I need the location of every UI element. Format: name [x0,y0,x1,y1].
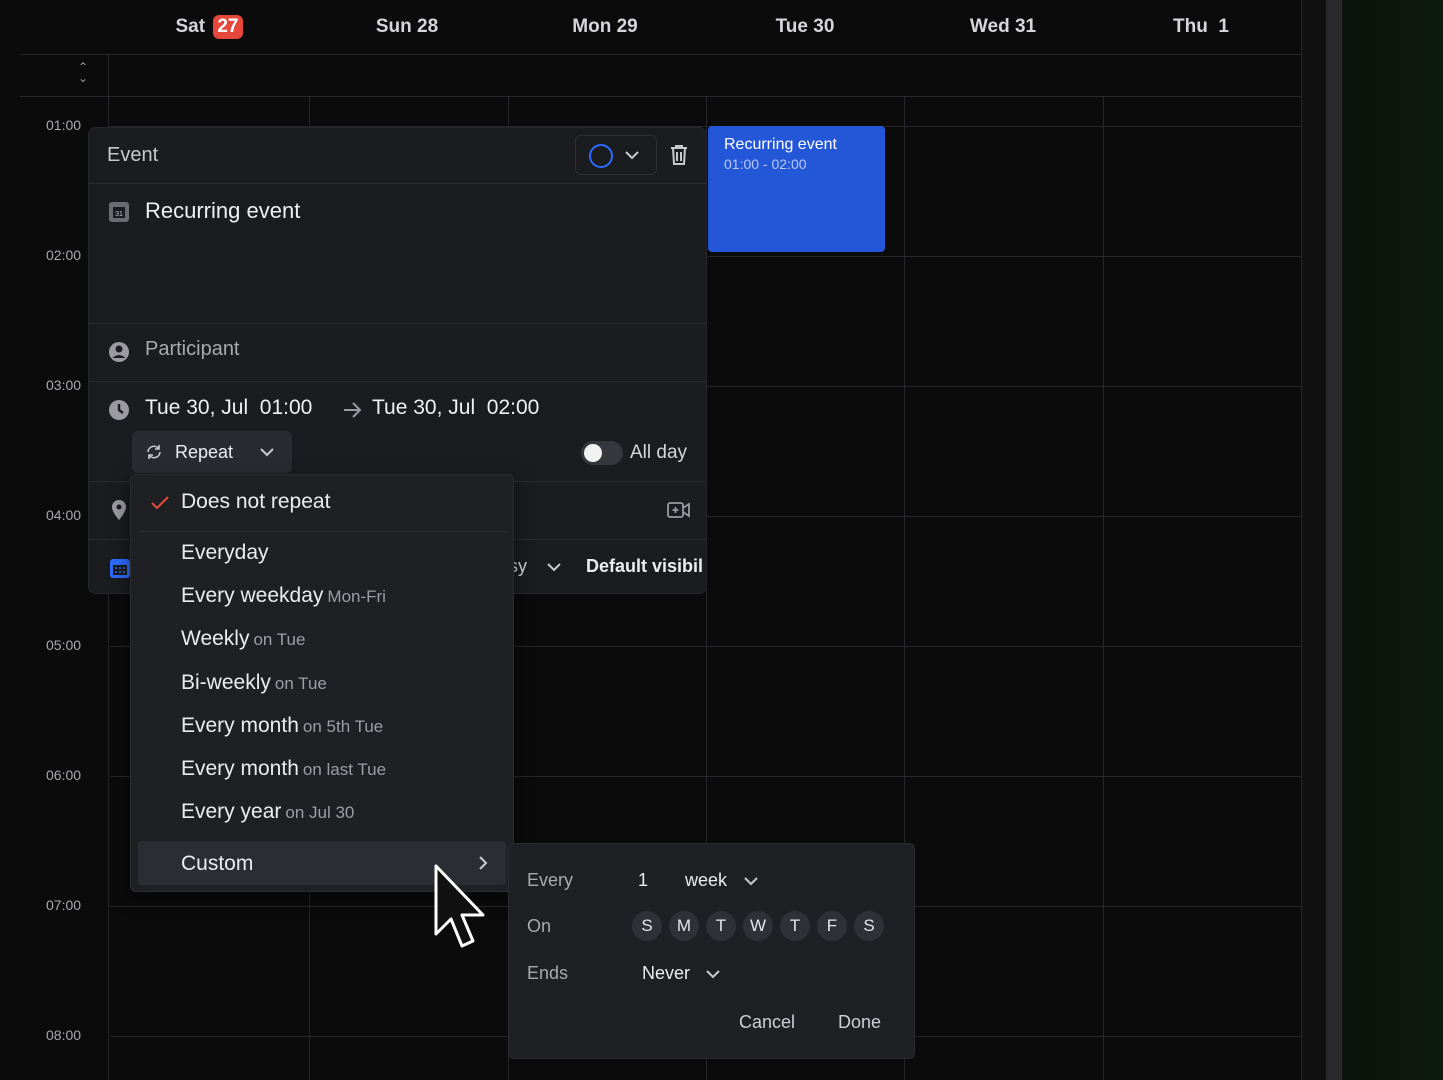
interval-input[interactable]: 1 [638,870,648,891]
toggle-knob [584,444,602,462]
calendar-event-block[interactable]: Recurring event 01:00 - 02:00 [708,126,885,252]
svg-text:31: 31 [115,211,123,218]
time-label: 01:00 [46,117,82,133]
repeat-option-monthly-last[interactable]: Every month on last Tue [181,757,386,781]
done-button[interactable]: Done [838,1012,881,1033]
location-pin-icon [112,500,126,520]
end-datetime[interactable]: Tue 30, Jul 02:00 [372,396,539,420]
chevron-down-icon [625,151,639,160]
weekday-toggle-thu[interactable]: T [780,911,810,941]
color-swatch [589,144,613,168]
day-header-tue[interactable]: Tue 30 [706,0,904,54]
repeat-dropdown-button[interactable]: Repeat [132,431,292,473]
time-label: 03:00 [46,377,82,393]
video-call-icon[interactable] [667,501,691,519]
weekday-toggle-sun[interactable]: S [632,911,662,941]
ends-select[interactable]: Never [642,963,690,984]
time-label: 02:00 [46,247,82,263]
event-block-time: 01:00 - 02:00 [724,156,807,172]
expand-collapse-icon[interactable]: ⌃ ⌄ [76,61,90,84]
day-header-thu[interactable]: Thu 1 [1102,0,1300,54]
repeat-option-weekly[interactable]: Weekly on Tue [181,627,305,651]
mouse-pointer-icon [434,864,485,948]
on-label: On [527,916,552,936]
weekday-toggle-mon[interactable]: M [669,911,699,941]
cancel-button[interactable]: Cancel [739,1012,795,1033]
event-title-input[interactable]: Recurring event [145,198,300,224]
time-label: 05:00 [46,637,82,653]
ends-label: Ends [527,963,569,983]
day-header-mon[interactable]: Mon 29 [506,0,704,54]
calendar-icon: 31 [109,202,129,222]
allday-divider [20,96,1302,97]
weekday-toggle-wed[interactable]: W [743,911,773,941]
scrollbar-area[interactable] [1302,0,1443,1080]
panel-header: Event [107,144,159,166]
repeat-option-does-not-repeat[interactable]: Does not repeat [181,490,330,514]
custom-repeat-panel: Every 1 week On S M T W T F S Ends Never… [508,843,915,1059]
visibility-select[interactable]: Default visibil [586,556,703,577]
start-datetime[interactable]: Tue 30, Jul 01:00 [145,396,312,420]
trash-icon[interactable] [669,144,689,166]
weekday-toggle-fri[interactable]: F [817,911,847,941]
clock-icon [109,400,129,420]
time-label: 06:00 [46,767,82,783]
repeat-option-bi-weekly[interactable]: Bi-weekly on Tue [181,671,327,695]
repeat-icon [147,445,161,459]
chevron-down-icon [706,970,720,979]
repeat-option-everyday[interactable]: Everyday [181,541,269,565]
weekday-toggle-sat[interactable]: S [854,911,884,941]
user-icon [109,342,129,362]
interval-unit-select[interactable]: week [685,870,727,891]
every-label: Every [527,870,574,890]
chevron-down-icon [744,877,758,886]
custom-label: Custom [181,852,254,875]
repeat-option-monthly-5th[interactable]: Every month on 5th Tue [181,714,383,738]
day-column-divider [1103,96,1104,1080]
day-header-wed[interactable]: Wed 31 [904,0,1102,54]
menu-divider [139,531,507,532]
time-label: 04:00 [46,507,82,523]
all-day-label: All day [630,442,688,463]
participant-input[interactable]: Participant [145,338,240,361]
today-badge: 27 [213,15,243,39]
chevron-down-icon [260,448,274,457]
repeat-option-yearly[interactable]: Every year on Jul 30 [181,800,354,824]
arrow-right-icon [344,402,362,418]
repeat-options-menu: Does not repeat Everyday Every weekday Mo… [130,474,514,892]
weekday-toggle-tue[interactable]: T [706,911,736,941]
day-header-sat[interactable]: Sat 27 [110,0,308,54]
time-label: 07:00 [46,897,82,913]
event-block-title: Recurring event [724,136,837,153]
all-day-toggle[interactable] [581,441,623,465]
repeat-option-every-weekday[interactable]: Every weekday Mon-Fri [181,584,386,608]
color-picker-button[interactable] [575,135,657,175]
calendar-select-icon [110,559,130,578]
header-divider [20,54,1302,55]
repeat-label: Repeat [175,442,234,462]
day-header-sun[interactable]: Sun 28 [308,0,506,54]
checkmark-icon [151,496,169,510]
chevron-down-icon [547,563,561,572]
time-label: 08:00 [46,1027,82,1043]
